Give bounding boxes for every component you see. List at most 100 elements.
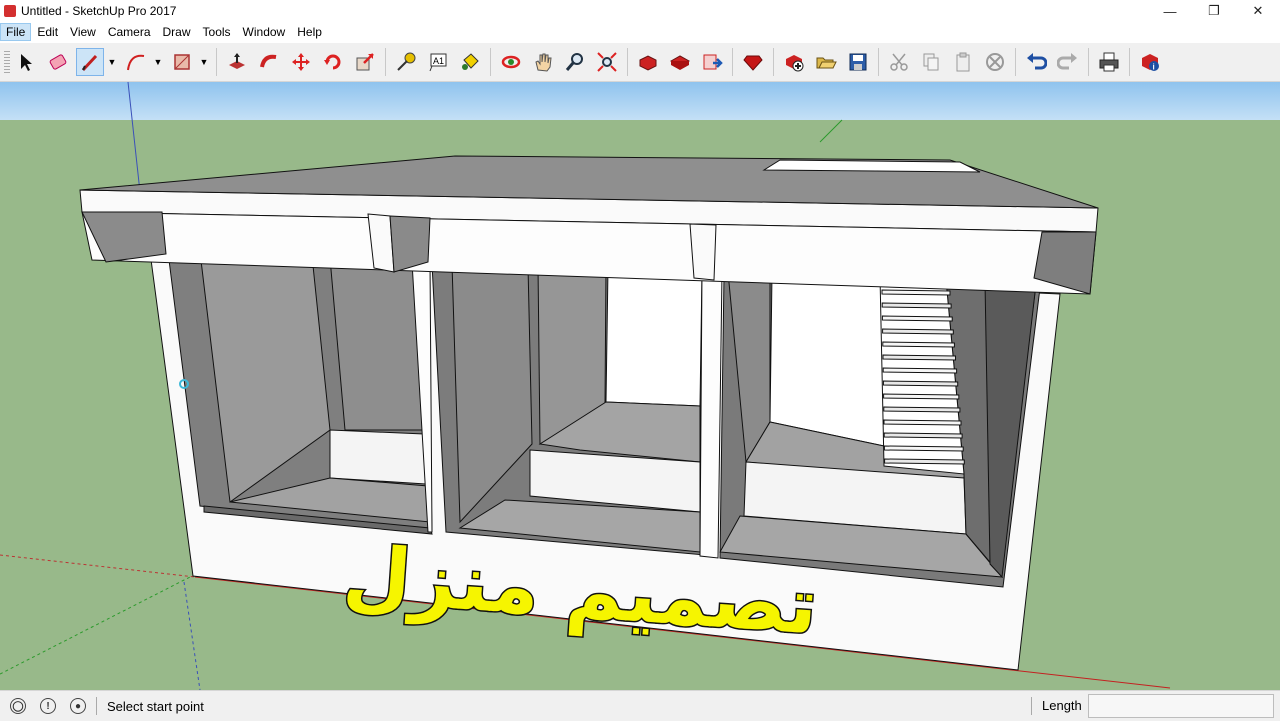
arc-dropdown-button[interactable]: ▼ xyxy=(152,48,164,76)
copy-icon xyxy=(923,53,939,71)
stair-tread xyxy=(883,406,961,413)
orbit-icon xyxy=(501,55,521,69)
open-icon xyxy=(816,57,837,69)
tape-measure-icon xyxy=(397,52,416,71)
menu-edit[interactable]: Edit xyxy=(31,23,64,41)
sky-background xyxy=(0,82,1280,120)
status-message: Select start point xyxy=(107,698,204,714)
stair-tread xyxy=(883,393,960,400)
stair-tread xyxy=(882,354,956,361)
close-button[interactable]: ✕ xyxy=(1236,0,1280,22)
measurements-label: Length xyxy=(1042,698,1082,713)
status-bar: ◯ ! ● Select start point Length xyxy=(0,690,1280,721)
stair-tread xyxy=(884,458,965,465)
arc-icon xyxy=(127,54,145,71)
stair-tread xyxy=(883,445,964,452)
3d-warehouse-button[interactable] xyxy=(634,48,662,76)
delete-icon xyxy=(986,53,1004,71)
right-room-window xyxy=(769,273,885,447)
follow-me-tool-button[interactable] xyxy=(255,48,283,76)
zoom-tool-button[interactable] xyxy=(561,48,589,76)
arc-tool-button[interactable] xyxy=(122,48,150,76)
geo-location-icon[interactable]: ◯ xyxy=(10,698,26,714)
large-toolset-toolbar: ▼ ▼ ▼ A1 i xyxy=(0,43,1280,82)
select-tool-button[interactable] xyxy=(12,48,40,76)
push-pull-tool-button[interactable] xyxy=(223,48,251,76)
new-icon xyxy=(786,55,804,72)
print-button[interactable] xyxy=(1095,48,1123,76)
line-tool-button[interactable] xyxy=(76,48,104,76)
minimize-button[interactable]: — xyxy=(1148,0,1192,22)
stair-tread xyxy=(883,419,962,426)
toolbar-separator xyxy=(1129,48,1130,76)
toolbar-separator xyxy=(732,48,733,76)
eraser-tool-button[interactable] xyxy=(44,48,72,76)
column-middle xyxy=(699,271,723,559)
menu-help[interactable]: Help xyxy=(291,23,328,41)
redo-button[interactable] xyxy=(1054,48,1082,76)
scale-tool-button[interactable] xyxy=(351,48,379,76)
share-model-icon xyxy=(669,55,691,70)
move-tool-button[interactable] xyxy=(287,48,315,76)
window-controls: — ❐ ✕ xyxy=(1148,0,1280,22)
delete-button[interactable] xyxy=(981,48,1009,76)
toolbar-separator xyxy=(1088,48,1089,76)
pan-tool-button[interactable] xyxy=(529,48,557,76)
open-button[interactable] xyxy=(812,48,840,76)
paint-bucket-tool-button[interactable] xyxy=(456,48,484,76)
drawing-viewport[interactable]: تصميم منزل xyxy=(0,82,1280,690)
toolbar-grip[interactable] xyxy=(4,49,10,75)
zoom-extents-tool-button[interactable] xyxy=(593,48,621,76)
select-icon xyxy=(21,54,32,71)
roof-drop-beam-2 xyxy=(689,223,717,281)
measurements-input[interactable] xyxy=(1088,694,1274,718)
toolbar-separator xyxy=(773,48,774,76)
print-icon xyxy=(1099,52,1119,72)
rectangle-icon xyxy=(174,54,190,70)
rotate-tool-button[interactable] xyxy=(319,48,347,76)
model-canvas[interactable]: تصميم منزل xyxy=(0,82,1280,690)
menu-bar: File Edit View Camera Draw Tools Window … xyxy=(0,22,1280,42)
svg-text:i: i xyxy=(1153,63,1155,72)
text-icon: A1 xyxy=(429,53,447,72)
move-icon xyxy=(292,53,310,71)
line-dropdown-button[interactable]: ▼ xyxy=(106,48,118,76)
share-component-button[interactable] xyxy=(698,48,726,76)
menu-camera[interactable]: Camera xyxy=(102,23,157,41)
stair-tread xyxy=(882,380,959,387)
menu-view[interactable]: View xyxy=(64,23,102,41)
stair-tread xyxy=(883,432,963,439)
stair-tread xyxy=(882,367,958,374)
paste-button[interactable] xyxy=(949,48,977,76)
follow-me-icon xyxy=(260,54,277,68)
text-tool-button[interactable]: A1 xyxy=(424,48,452,76)
orbit-tool-button[interactable] xyxy=(497,48,525,76)
zoom-extents-icon xyxy=(597,52,617,72)
cut-button[interactable] xyxy=(885,48,913,76)
user-account-icon[interactable]: ● xyxy=(70,698,86,714)
paint-bucket-icon xyxy=(462,53,479,70)
toolbar-separator xyxy=(627,48,628,76)
shapes-dropdown-button[interactable]: ▼ xyxy=(198,48,210,76)
toolbar-separator xyxy=(216,48,217,76)
save-button[interactable] xyxy=(844,48,872,76)
ruby-console-button[interactable] xyxy=(739,48,767,76)
menu-tools[interactable]: Tools xyxy=(197,23,237,41)
rectangle-tool-button[interactable] xyxy=(168,48,196,76)
restore-button[interactable]: ❐ xyxy=(1192,0,1236,22)
undo-button[interactable] xyxy=(1022,48,1050,76)
tape-measure-tool-button[interactable] xyxy=(392,48,420,76)
share-model-button[interactable] xyxy=(666,48,694,76)
copy-button[interactable] xyxy=(917,48,945,76)
redo-icon xyxy=(1057,53,1077,70)
window-title: Untitled - SketchUp Pro 2017 xyxy=(21,4,177,18)
menu-draw[interactable]: Draw xyxy=(157,23,197,41)
model-info-button[interactable]: i xyxy=(1136,48,1164,76)
menu-window[interactable]: Window xyxy=(237,23,292,41)
extension-warehouse-icon xyxy=(703,54,723,70)
menu-file[interactable]: File xyxy=(0,23,32,41)
rotate-icon xyxy=(324,54,341,70)
middle-room-window xyxy=(605,267,703,407)
credits-icon[interactable]: ! xyxy=(40,698,56,714)
new-button[interactable] xyxy=(780,48,808,76)
